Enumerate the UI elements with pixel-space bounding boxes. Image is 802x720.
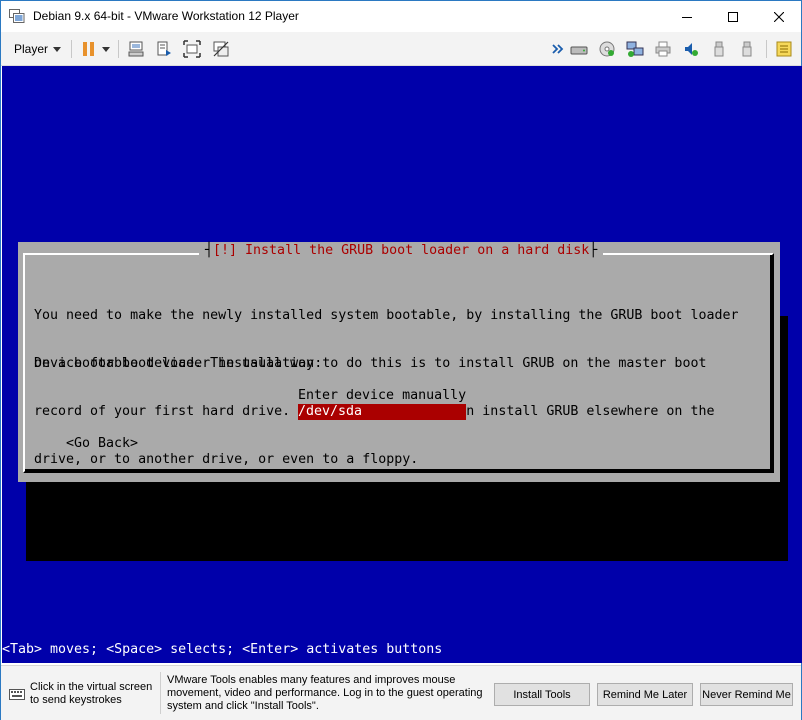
title-bar[interactable]: Debian 9.x 64-bit - VMware Workstation 1… — [1, 1, 801, 32]
usb-icon[interactable] — [710, 40, 728, 58]
option-enter-device-manually[interactable]: Enter device manually — [298, 388, 466, 404]
message-log-icon[interactable] — [775, 40, 793, 58]
virtual-machine-screen[interactable]: ┤[!] Install the GRUB boot loader on a h… — [2, 66, 802, 663]
pause-dropdown-chevron-icon[interactable] — [101, 40, 111, 58]
device-prompt: Device for boot loader installation: — [34, 356, 323, 371]
installer-help-line: <Tab> moves; <Space> selects; <Enter> ac… — [2, 642, 443, 657]
keyboard-hint: Click in the virtual screen to send keys… — [30, 681, 153, 706]
tools-message: VMware Tools enables many features and i… — [167, 674, 483, 712]
grub-install-dialog: ┤[!] Install the GRUB boot loader on a h… — [18, 242, 780, 482]
send-ctrl-alt-del-icon[interactable] — [127, 40, 145, 58]
remind-me-later-button[interactable]: Remind Me Later — [597, 683, 693, 706]
description-line: You need to make the newly installed sys… — [34, 308, 739, 323]
dialog-title: ┤[!] Install the GRUB boot loader on a h… — [199, 243, 604, 261]
chevron-down-icon — [53, 47, 62, 53]
notification-divider — [160, 672, 161, 714]
option-dev-sda[interactable]: /dev/sda — [298, 404, 466, 420]
toolbar: Player — [1, 32, 801, 66]
removable-devices-icon[interactable] — [155, 40, 173, 58]
toolbar-divider — [766, 40, 767, 58]
sound-card-icon[interactable] — [682, 40, 700, 58]
player-menu-label: Player — [14, 42, 49, 56]
close-button[interactable] — [756, 1, 802, 32]
toolbar-divider — [71, 40, 72, 58]
keyboard-icon — [9, 687, 25, 701]
full-screen-icon[interactable] — [183, 40, 201, 58]
never-remind-me-button[interactable]: Never Remind Me — [700, 683, 793, 706]
description-line: drive, or to another drive, or even to a… — [34, 452, 419, 467]
unity-icon[interactable] — [212, 40, 230, 58]
minimize-button[interactable] — [664, 1, 710, 32]
pause-icon[interactable] — [80, 40, 98, 58]
player-menu[interactable]: Player — [14, 42, 62, 56]
network-adapter-icon[interactable] — [626, 40, 644, 58]
usb-device-icon[interactable] — [738, 40, 756, 58]
maximize-button[interactable] — [710, 1, 756, 32]
vmware-app-icon — [9, 9, 25, 23]
vmware-player-window: Debian 9.x 64-bit - VMware Workstation 1… — [0, 0, 802, 720]
more-icon[interactable] — [552, 40, 564, 58]
window-title: Debian 9.x 64-bit - VMware Workstation 1… — [33, 9, 299, 23]
vmware-tools-notification: Click in the virtual screen to send keys… — [1, 665, 801, 720]
go-back-button[interactable]: <Go Back> — [66, 436, 138, 452]
hard-disk-icon[interactable] — [570, 40, 588, 58]
install-tools-button[interactable]: Install Tools — [494, 683, 590, 706]
cd-dvd-icon[interactable] — [598, 40, 616, 58]
printer-icon[interactable] — [654, 40, 672, 58]
toolbar-divider — [118, 40, 119, 58]
